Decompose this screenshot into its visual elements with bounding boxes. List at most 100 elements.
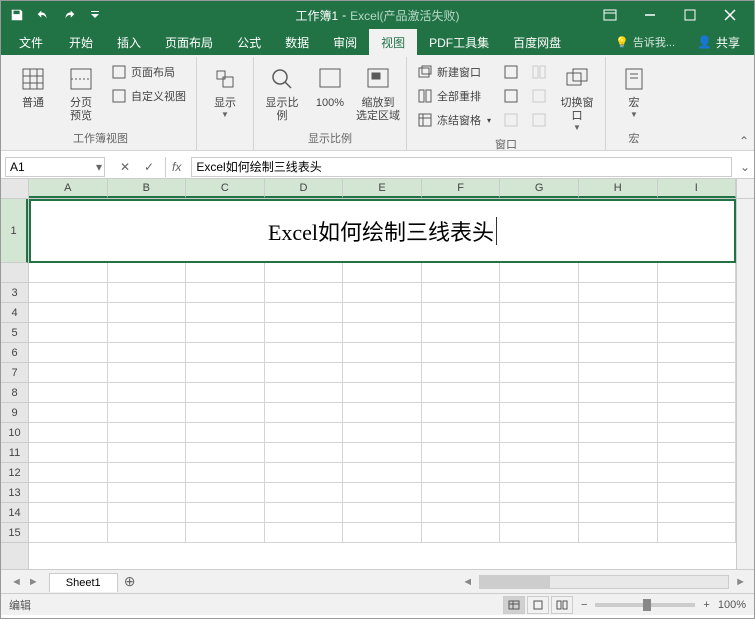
freeze-panes-button[interactable]: 冻结窗格▾: [413, 109, 495, 131]
column-header-e[interactable]: E: [343, 179, 422, 198]
cell[interactable]: [265, 523, 344, 543]
cell[interactable]: [658, 323, 737, 343]
page-layout-view-button[interactable]: 页面布局: [107, 61, 190, 83]
cell[interactable]: [422, 343, 501, 363]
cell[interactable]: [422, 503, 501, 523]
cell[interactable]: [108, 323, 187, 343]
cell[interactable]: [108, 523, 187, 543]
cell[interactable]: [29, 463, 108, 483]
tab-insert[interactable]: 插入: [105, 29, 153, 55]
cell[interactable]: [422, 403, 501, 423]
cell[interactable]: [658, 443, 737, 463]
row-header-12[interactable]: 12: [1, 463, 28, 483]
cell[interactable]: [422, 303, 501, 323]
cell[interactable]: [265, 283, 344, 303]
column-header-b[interactable]: B: [108, 179, 187, 198]
cell[interactable]: [343, 503, 422, 523]
cell[interactable]: [422, 523, 501, 543]
sheet-nav-prev[interactable]: ◄: [11, 576, 22, 588]
zoom-100-button[interactable]: 100%: [308, 61, 352, 112]
cell[interactable]: [500, 403, 579, 423]
add-sheet-button[interactable]: ⊕: [118, 573, 142, 590]
switch-windows-button[interactable]: 切换窗口 ▼: [555, 61, 599, 134]
cell[interactable]: [108, 423, 187, 443]
cell[interactable]: [658, 403, 737, 423]
cell[interactable]: [343, 463, 422, 483]
minimize-button[interactable]: [630, 1, 670, 29]
row-header-4[interactable]: 4: [1, 303, 28, 323]
row-header-10[interactable]: 10: [1, 423, 28, 443]
cell[interactable]: [29, 363, 108, 383]
name-box[interactable]: A1 ▾: [5, 157, 105, 177]
cell[interactable]: [186, 363, 265, 383]
cell[interactable]: [265, 423, 344, 443]
tab-view[interactable]: 视图: [369, 29, 417, 55]
close-button[interactable]: [710, 1, 750, 29]
cell[interactable]: [108, 283, 187, 303]
zoom-out-button[interactable]: −: [581, 599, 587, 611]
cell[interactable]: [108, 443, 187, 463]
cell[interactable]: [579, 323, 658, 343]
column-header-g[interactable]: G: [500, 179, 579, 198]
cell[interactable]: [579, 523, 658, 543]
cell[interactable]: [186, 303, 265, 323]
select-all-corner[interactable]: [1, 179, 29, 199]
cell[interactable]: [658, 483, 737, 503]
cell[interactable]: [186, 283, 265, 303]
column-header-i[interactable]: I: [658, 179, 737, 198]
cell[interactable]: [343, 283, 422, 303]
cell[interactable]: [658, 343, 737, 363]
confirm-edit-button[interactable]: ✓: [141, 160, 157, 174]
row-header-9[interactable]: 9: [1, 403, 28, 423]
cell[interactable]: [658, 363, 737, 383]
cell[interactable]: [579, 283, 658, 303]
grid-body[interactable]: Excel如何绘制三线表头: [29, 199, 736, 569]
cell[interactable]: [579, 363, 658, 383]
cell[interactable]: [29, 303, 108, 323]
split-button[interactable]: [499, 61, 523, 83]
cell[interactable]: [343, 363, 422, 383]
cell[interactable]: [500, 523, 579, 543]
cell[interactable]: [108, 363, 187, 383]
row-header-3[interactable]: 3: [1, 283, 28, 303]
cell[interactable]: [422, 423, 501, 443]
redo-button[interactable]: [57, 4, 81, 26]
sheet-tab-sheet1[interactable]: Sheet1: [49, 573, 118, 592]
cell[interactable]: [579, 383, 658, 403]
cell[interactable]: [343, 423, 422, 443]
cell[interactable]: [265, 383, 344, 403]
cell[interactable]: [265, 463, 344, 483]
cell[interactable]: [500, 343, 579, 363]
tab-file[interactable]: 文件: [5, 29, 57, 55]
cell[interactable]: [579, 423, 658, 443]
tab-formulas[interactable]: 公式: [225, 29, 273, 55]
cell[interactable]: [658, 263, 737, 283]
cell[interactable]: [579, 503, 658, 523]
tab-pdf-tools[interactable]: PDF工具集: [417, 29, 501, 55]
cell[interactable]: [186, 343, 265, 363]
show-button[interactable]: 显示 ▼: [203, 61, 247, 121]
cell[interactable]: [658, 523, 737, 543]
row-header-14[interactable]: 14: [1, 503, 28, 523]
cell[interactable]: [108, 403, 187, 423]
cell[interactable]: [343, 383, 422, 403]
cell[interactable]: [500, 503, 579, 523]
cell[interactable]: [658, 463, 737, 483]
cell[interactable]: [29, 423, 108, 443]
column-header-c[interactable]: C: [186, 179, 265, 198]
cell[interactable]: [579, 343, 658, 363]
cell[interactable]: [343, 483, 422, 503]
cell[interactable]: [29, 503, 108, 523]
cell[interactable]: [29, 523, 108, 543]
cell[interactable]: [500, 423, 579, 443]
unhide-button[interactable]: [499, 109, 523, 131]
cell[interactable]: [500, 383, 579, 403]
cell[interactable]: [186, 323, 265, 343]
ribbon-display-options[interactable]: [590, 1, 630, 29]
cell[interactable]: [500, 323, 579, 343]
zoom-to-selection-button[interactable]: 缩放到 选定区域: [356, 61, 400, 125]
zoom-slider[interactable]: [595, 603, 695, 607]
cell[interactable]: [422, 323, 501, 343]
macros-button[interactable]: 宏 ▼: [612, 61, 656, 121]
arrange-all-button[interactable]: 全部重排: [413, 85, 495, 107]
